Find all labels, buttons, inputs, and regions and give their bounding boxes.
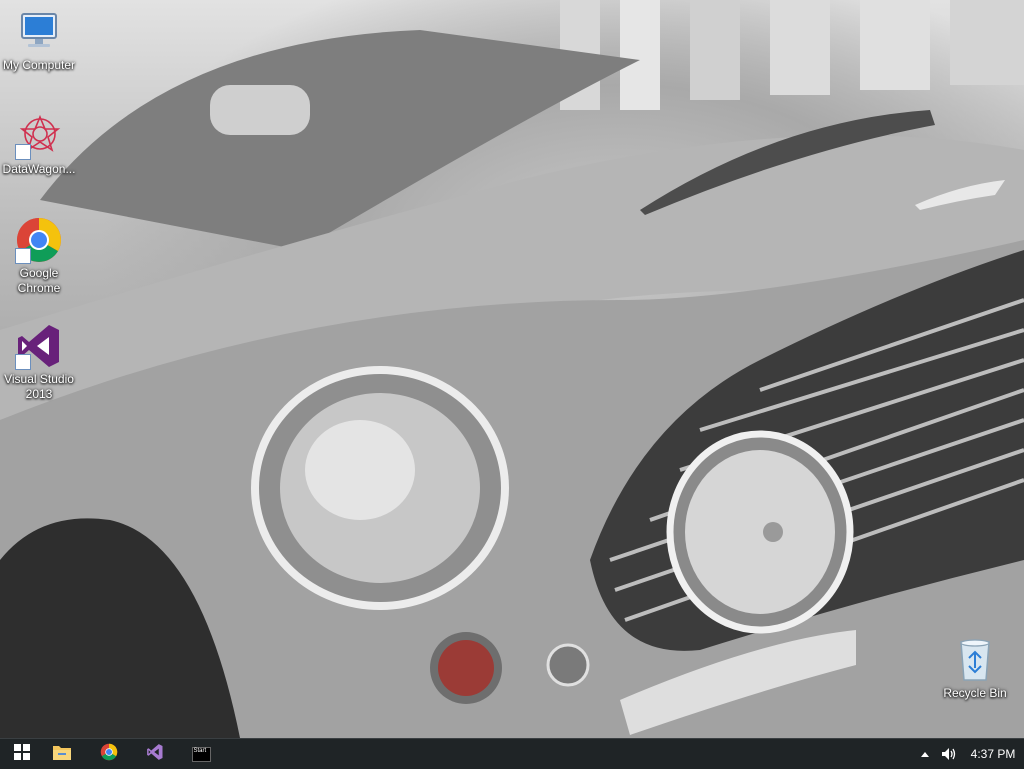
taskbar-clock[interactable]: 4:37 PM bbox=[962, 747, 1024, 761]
datawagon-icon bbox=[15, 112, 63, 160]
desktop-icon-label: DataWagon... bbox=[2, 162, 76, 176]
chrome-icon bbox=[15, 216, 63, 264]
desktop-icon-datawagon[interactable]: DataWagon... bbox=[0, 112, 78, 177]
shortcut-arrow-icon bbox=[15, 354, 31, 370]
start-button[interactable] bbox=[0, 739, 44, 769]
computer-icon bbox=[15, 8, 63, 56]
start-app-icon: Start bbox=[191, 746, 211, 762]
taskbar: Start 4:37 PM bbox=[0, 738, 1024, 769]
desktop-icon-google-chrome[interactable]: Google Chrome bbox=[0, 216, 78, 296]
desktop-icon-label: My Computer bbox=[2, 58, 76, 72]
shortcut-arrow-icon bbox=[15, 248, 31, 264]
chrome-icon bbox=[100, 743, 118, 766]
desktop-icon-label: Recycle Bin bbox=[943, 686, 1007, 700]
windows-start-icon bbox=[14, 743, 30, 765]
shortcut-arrow-icon bbox=[15, 144, 31, 160]
visual-studio-icon bbox=[15, 322, 63, 370]
desktop-icon-label: Visual Studio 2013 bbox=[4, 372, 74, 401]
taskbar-start-app-button[interactable]: Start bbox=[179, 739, 223, 769]
recycle-bin-icon bbox=[951, 636, 999, 684]
chevron-up-icon[interactable] bbox=[914, 750, 936, 758]
taskbar-chrome-button[interactable] bbox=[87, 739, 131, 769]
desktop-icon-recycle-bin[interactable]: Recycle Bin bbox=[936, 636, 1014, 701]
desktop-icon-my-computer[interactable]: My Computer bbox=[0, 8, 78, 73]
system-tray: 4:37 PM bbox=[914, 739, 1024, 769]
desktop-icon-label: Google Chrome bbox=[17, 266, 61, 295]
taskbar-visual-studio-button[interactable] bbox=[133, 739, 177, 769]
taskbar-file-explorer-button[interactable] bbox=[40, 739, 84, 769]
visual-studio-icon bbox=[146, 743, 164, 766]
desktop-wallpaper bbox=[0, 0, 1024, 738]
speaker-icon[interactable] bbox=[936, 747, 962, 761]
start-app-label: Start bbox=[193, 747, 207, 754]
file-explorer-icon bbox=[52, 743, 72, 766]
wallpaper-car-art bbox=[0, 0, 1024, 738]
desktop-icon-visual-studio[interactable]: Visual Studio 2013 bbox=[0, 322, 78, 402]
